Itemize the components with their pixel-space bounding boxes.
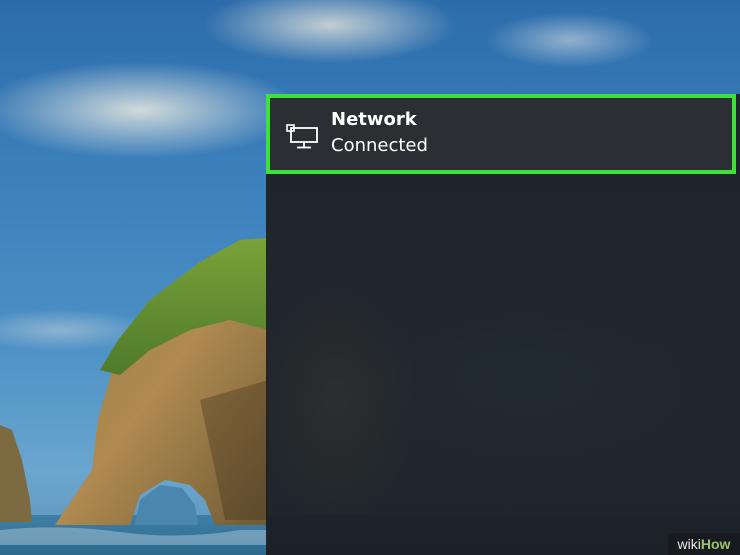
wikihow-watermark: wikiHow	[668, 533, 740, 555]
watermark-suffix: How	[700, 536, 731, 552]
network-name-label: Network	[331, 109, 417, 130]
network-connection-item[interactable]: Network Connected	[266, 94, 736, 174]
watermark-prefix: wiki	[677, 536, 701, 552]
desktop-screen: Network Connected wikiHow	[0, 0, 740, 555]
network-status-label: Connected	[331, 135, 428, 156]
wired-network-icon	[286, 124, 318, 149]
network-item-text: Network Connected	[331, 108, 428, 160]
